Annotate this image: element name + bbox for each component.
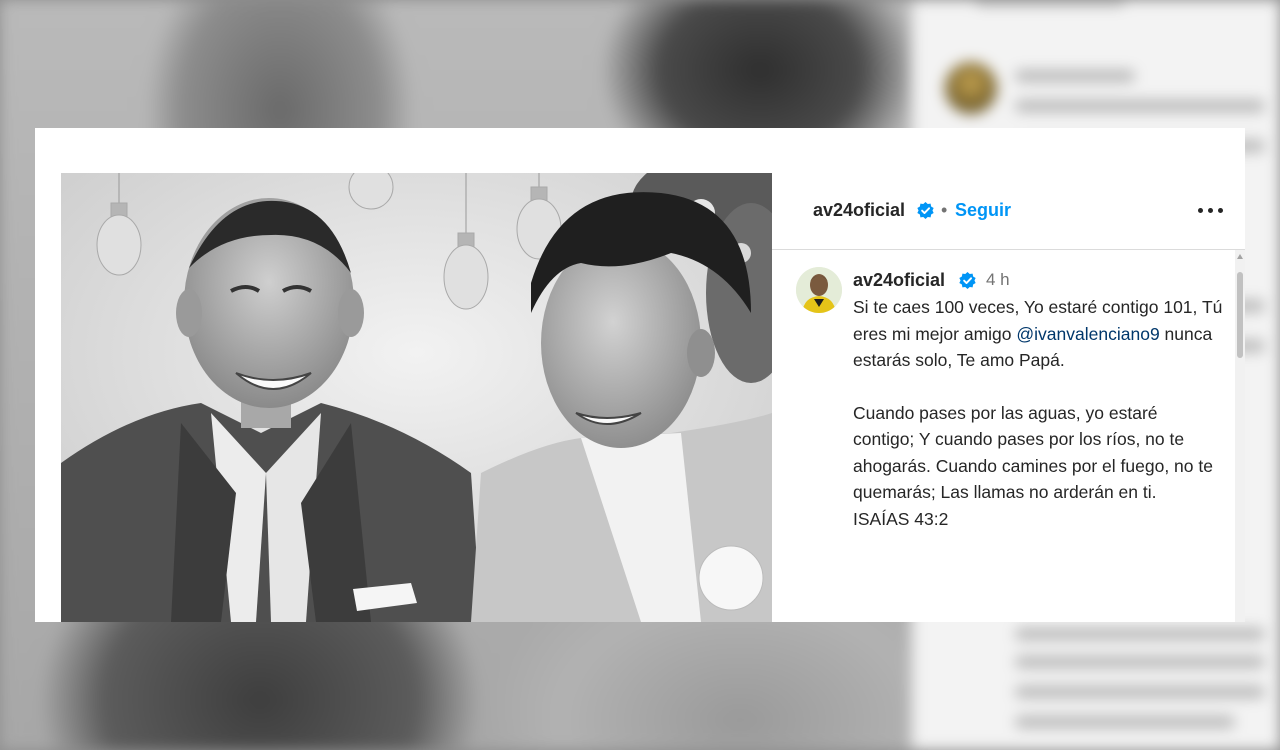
post-photo[interactable] <box>61 173 772 622</box>
more-options-icon[interactable] <box>1197 197 1225 221</box>
caption-paragraph-2: Cuando pases por las aguas, yo estaré co… <box>853 402 1213 503</box>
post-timestamp[interactable]: 4 h <box>986 270 1010 290</box>
avatar[interactable] <box>796 267 842 313</box>
mention-link[interactable]: @ivanvalenciano9 <box>1016 324 1159 344</box>
post-header: av24oficial • Seguir <box>772 173 1245 250</box>
caption-scrollbar[interactable] <box>1235 250 1245 622</box>
post-card: av24oficial • Seguir av24oficial 4 h Si … <box>35 128 1245 622</box>
follow-button[interactable]: Seguir <box>955 200 1011 221</box>
verified-badge-icon <box>959 272 976 289</box>
photo-illustration <box>61 173 772 622</box>
scroll-up-arrow-icon[interactable] <box>1237 254 1243 259</box>
caption-text: Si te caes 100 veces, Yo estaré contigo … <box>853 294 1223 532</box>
header-username[interactable]: av24oficial <box>813 200 905 221</box>
separator-dot: • <box>941 200 948 220</box>
avatar-image <box>796 267 842 313</box>
scroll-thumb[interactable] <box>1237 272 1243 358</box>
caption-paragraph-1: Si te caes 100 veces, Yo estaré contigo … <box>853 294 1223 374</box>
verified-badge-icon <box>917 202 934 219</box>
caption-username[interactable]: av24oficial <box>853 270 945 291</box>
bible-reference: ISAÍAS 43:2 <box>853 508 949 529</box>
blurred-avatar <box>945 62 997 114</box>
post-sidebar: av24oficial • Seguir av24oficial 4 h Si … <box>772 173 1245 622</box>
caption-section: av24oficial 4 h Si te caes 100 veces, Yo… <box>772 250 1245 622</box>
